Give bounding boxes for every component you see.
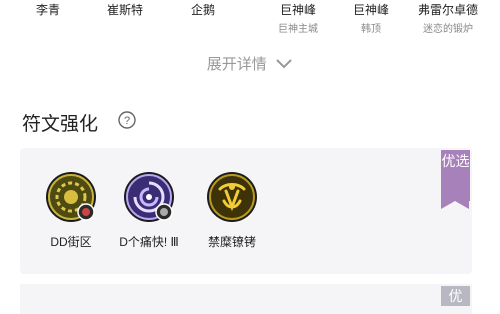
player-name: 崔斯特 xyxy=(106,3,144,17)
rune-card xyxy=(20,284,472,314)
player-name: 李青 xyxy=(35,3,61,17)
rune-label: D个痛快! Ⅲ xyxy=(119,235,179,249)
player-name: 企鹅 xyxy=(190,3,216,17)
spiral-rune-icon xyxy=(123,171,175,223)
help-icon[interactable]: ? xyxy=(118,111,136,129)
coin-rune-icon xyxy=(45,171,97,223)
shackle-rune-icon xyxy=(206,171,258,223)
server-name: 巨神峰 xyxy=(279,3,317,17)
recommended-badge: 优 xyxy=(441,286,470,306)
expand-details-button[interactable]: 展开详情 xyxy=(0,53,500,74)
rune-item[interactable]: 禁糜镣铐 xyxy=(195,171,269,250)
section-title: 符文强化 xyxy=(22,114,99,135)
server-name: 弗雷尔卓德 xyxy=(417,3,479,17)
rune-item[interactable]: D个痛快! Ⅲ xyxy=(112,171,186,250)
rune-item[interactable]: DD街区 xyxy=(34,171,108,250)
expand-details-label: 展开详情 xyxy=(206,56,267,73)
server-subtitle: 迷恋的锻炉 xyxy=(423,24,473,35)
server-subtitle: 巨神主城 xyxy=(278,24,318,35)
svg-text:?: ? xyxy=(124,115,130,127)
rune-label: DD街区 xyxy=(50,235,92,249)
rune-label: 禁糜镣铐 xyxy=(207,235,256,249)
server-subtitle: 韩顶 xyxy=(361,24,381,35)
chevron-down-icon xyxy=(276,58,292,68)
recommended-badge: 优选 xyxy=(441,150,470,209)
server-name: 巨神峰 xyxy=(352,3,390,17)
player-name-row: 李青 崔斯特 企鹅 巨神峰 巨神主城 巨神峰 韩顶 弗雷尔卓德 迷恋的锻炉 xyxy=(0,0,500,44)
